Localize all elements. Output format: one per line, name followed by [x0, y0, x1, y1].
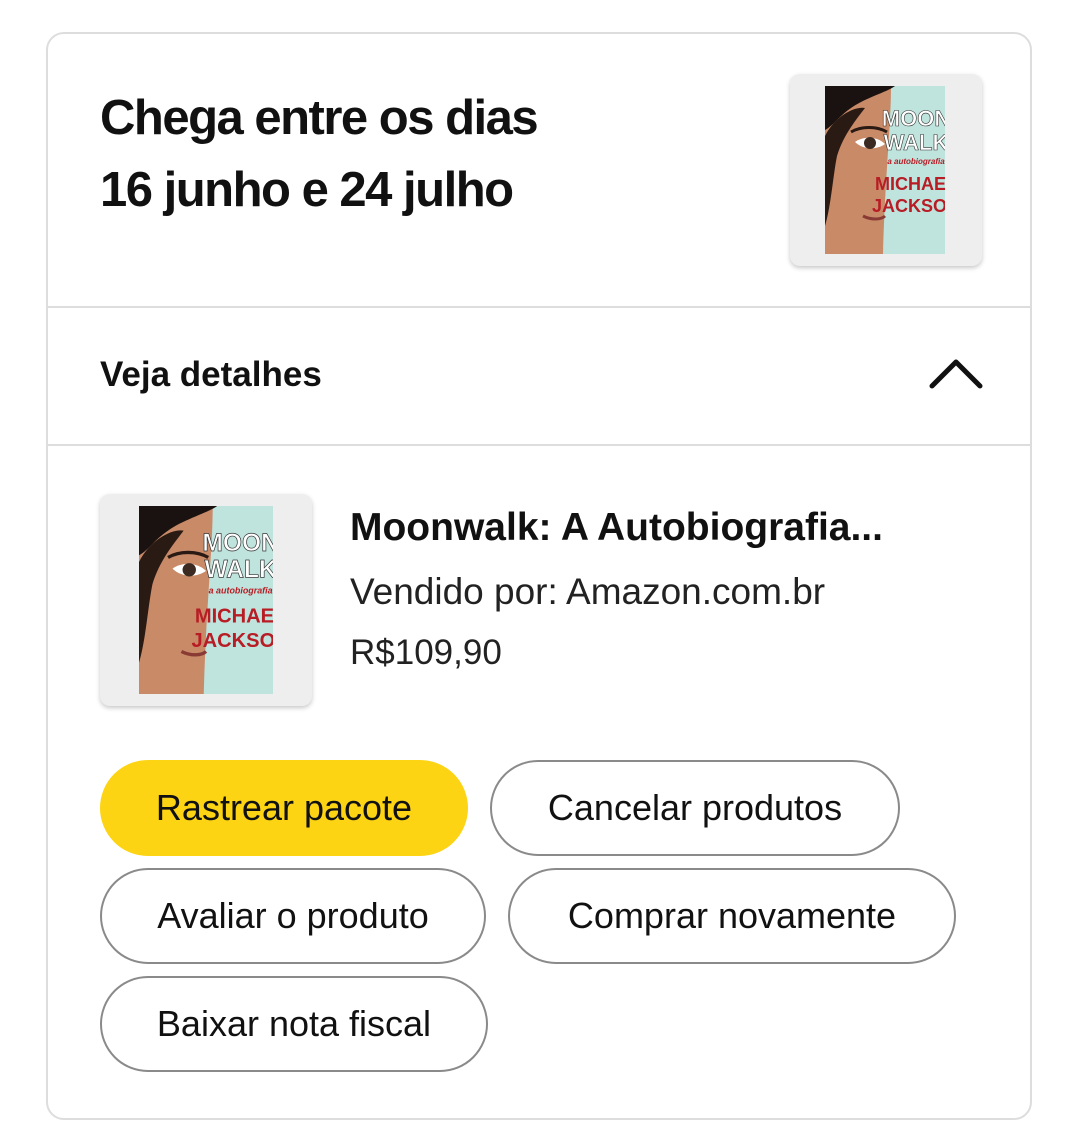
product-title[interactable]: Moonwalk: A Autobiografia...	[350, 504, 970, 552]
item-product-thumbnail[interactable]: MOON WALK a autobiografia MICHAEL JACKSO…	[100, 494, 312, 706]
delivery-estimate: Chega entre os dias 16 junho e 24 julho	[100, 82, 539, 226]
svg-text:WALK: WALK	[884, 130, 945, 155]
svg-text:JACKSON: JACKSON	[872, 196, 945, 216]
product-seller: Vendido por: Amazon.com.br	[350, 571, 826, 612]
svg-text:MICHAEL: MICHAEL	[875, 174, 945, 194]
svg-text:MOON: MOON	[202, 530, 273, 557]
book-cover-image: MOON WALK a autobiografia MICHAEL JACKSO…	[139, 506, 273, 694]
delivery-header: Chega entre os dias 16 junho e 24 julho …	[48, 34, 1030, 308]
order-card: Chega entre os dias 16 junho e 24 julho …	[46, 32, 1032, 1120]
details-toggle[interactable]: Veja detalhes	[48, 308, 1030, 446]
product-price: R$109,90	[350, 633, 502, 672]
book-cover-image: MOON WALK a autobiografia MICHAEL JACKSO…	[825, 86, 945, 254]
delivery-line-2: 16 junho e 24 julho	[100, 163, 514, 217]
track-package-button[interactable]: Rastrear pacote	[100, 760, 468, 856]
header-product-thumbnail[interactable]: MOON WALK a autobiografia MICHAEL JACKSO…	[790, 74, 982, 266]
svg-text:MICHAEL: MICHAEL	[195, 605, 273, 627]
svg-text:MOON: MOON	[882, 106, 945, 131]
svg-text:a autobiografia: a autobiografia	[887, 157, 945, 166]
chevron-up-icon[interactable]	[928, 356, 984, 392]
svg-text:JACKSON: JACKSON	[192, 630, 273, 652]
details-toggle-label: Veja detalhes	[100, 355, 322, 394]
download-invoice-button[interactable]: Baixar nota fiscal	[100, 976, 488, 1072]
cancel-products-button[interactable]: Cancelar produtos	[490, 760, 900, 856]
svg-text:WALK: WALK	[204, 557, 273, 584]
delivery-line-1: Chega entre os dias	[100, 91, 539, 145]
svg-text:a autobiografia: a autobiografia	[209, 585, 273, 595]
review-product-button[interactable]: Avaliar o produto	[100, 868, 486, 964]
buy-again-button[interactable]: Comprar novamente	[508, 868, 956, 964]
